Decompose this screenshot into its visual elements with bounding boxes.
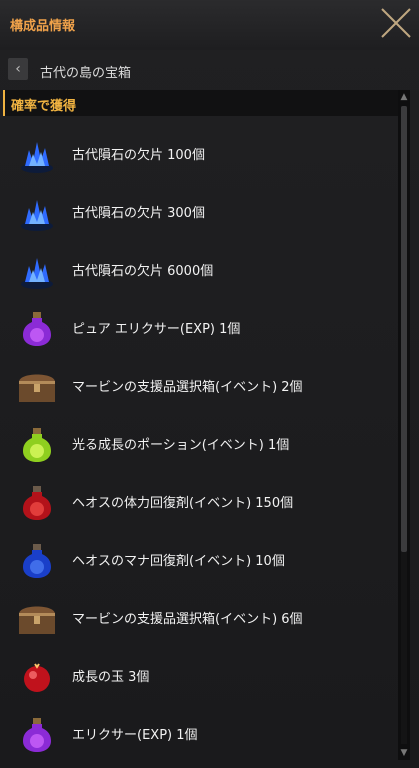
breadcrumb: ‹ 古代の島の宝箱 [0, 56, 419, 86]
breadcrumb-text: 古代の島の宝箱 [40, 66, 132, 81]
chevron-left-icon: ‹ [15, 61, 21, 77]
item-label: 古代隕石の欠片 6000個 [72, 264, 214, 279]
item-label: マービンの支援品選択箱(イベント) 6個 [72, 612, 303, 627]
list-item[interactable]: マービンの支援品選択箱(イベント) 2個 [0, 356, 396, 414]
item-label: ピュア エリクサー(EXP) 1個 [72, 322, 241, 337]
chevron-up-icon: ▲ [400, 92, 408, 102]
list-item[interactable]: 成長の玉 3個 [0, 646, 396, 704]
list-item[interactable]: 古代隕石の欠片 100個 [0, 124, 396, 182]
list-item[interactable]: 古代隕石の欠片 6000個 [0, 240, 396, 298]
red-potion-icon [23, 486, 51, 520]
scroll-down-button[interactable]: ▼ [398, 746, 410, 760]
list-item[interactable]: 古代隕石の欠片 300個 [0, 182, 396, 240]
item-list: 古代隕石の欠片 100個 古代隕石の欠片 300個 古代隕石の欠片 6000個 [0, 124, 396, 768]
list-item[interactable]: マービンの支援品選択箱(イベント) 6個 [0, 588, 396, 646]
item-label: 古代隕石の欠片 100個 [72, 148, 205, 163]
item-label: マービンの支援品選択箱(イベント) 2個 [72, 380, 303, 395]
green-potion-icon [23, 428, 51, 462]
blue-crystal-icon [21, 258, 53, 289]
close-icon [381, 8, 411, 38]
item-label: ヘオスの体力回復剤(イベント) 150個 [72, 496, 294, 511]
scrollbar[interactable]: ▲ ▼ [398, 90, 410, 760]
item-label: ヘオスのマナ回復剤(イベント) 10個 [72, 554, 285, 569]
chevron-down-icon: ▼ [400, 748, 408, 758]
back-button[interactable]: ‹ [8, 58, 28, 80]
list-item[interactable]: ピュア エリクサー(EXP) 1個 [0, 298, 396, 356]
item-label: 成長の玉 3個 [72, 670, 150, 685]
red-orb-icon [24, 663, 50, 692]
window-title: 構成品情報 [10, 19, 76, 34]
title-bar: 構成品情報 [0, 0, 419, 50]
section-header: 確率で獲得 [3, 90, 401, 116]
treasure-chest-icon [19, 606, 55, 634]
item-label: エリクサー(EXP) 1個 [72, 728, 198, 743]
close-button[interactable] [379, 6, 413, 40]
blue-crystal-icon [21, 142, 53, 173]
scroll-up-button[interactable]: ▲ [398, 90, 410, 104]
list-item[interactable]: ヘオスの体力回復剤(イベント) 150個 [0, 472, 396, 530]
purple-potion-icon [23, 312, 51, 346]
treasure-chest-icon [19, 374, 55, 402]
blue-crystal-icon [21, 200, 53, 231]
scroll-thumb[interactable] [401, 106, 407, 552]
list-item[interactable]: 光る成長のポーション(イベント) 1個 [0, 414, 396, 472]
list-item[interactable]: ヘオスのマナ回復剤(イベント) 10個 [0, 530, 396, 588]
list-item[interactable]: エリクサー(EXP) 1個 [0, 704, 396, 762]
component-info-panel: 構成品情報 ‹ 古代の島の宝箱 確率で獲得 古代隕石の欠片 100個 古代隕石の… [0, 0, 419, 768]
item-label: 古代隕石の欠片 300個 [72, 206, 205, 221]
item-label: 光る成長のポーション(イベント) 1個 [72, 438, 290, 453]
section-title: 確率で獲得 [11, 99, 77, 114]
purple-potion-icon [23, 718, 51, 752]
blue-potion-icon [23, 544, 51, 578]
